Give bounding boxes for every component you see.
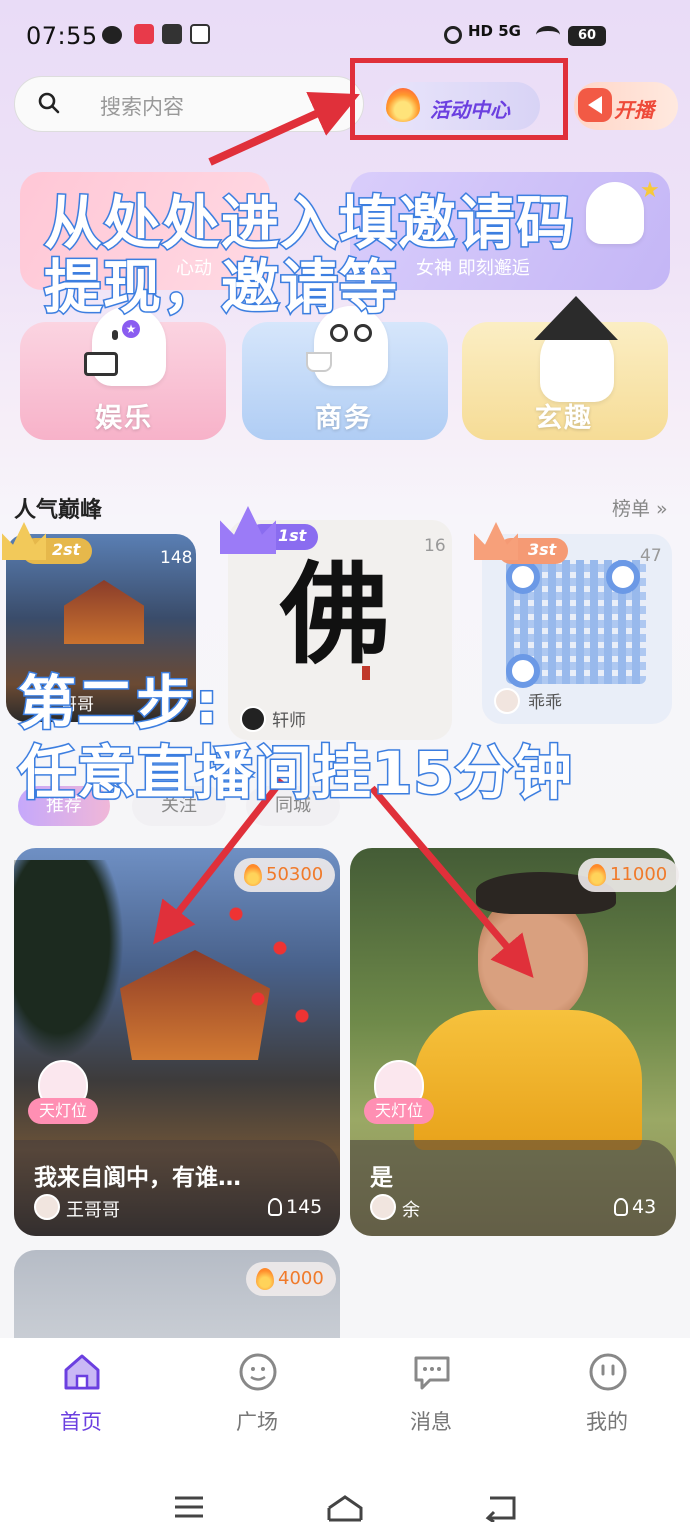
message-bubble-icon [414, 1356, 450, 1390]
menu-gesture-icon[interactable] [172, 1494, 206, 1520]
back-gesture-icon[interactable] [484, 1494, 518, 1522]
profile-face-icon [589, 1353, 627, 1391]
arrow-to-activity-center [208, 92, 360, 166]
nav-profile-label: 我的 [586, 1410, 628, 1434]
nav-home-label: 首页 [60, 1410, 102, 1434]
nav-plaza-label: 广场 [236, 1410, 278, 1434]
home-gesture-icon[interactable] [326, 1494, 364, 1522]
planet-face-icon [239, 1353, 277, 1391]
annotation-line-2: 提现，邀请等 [42, 252, 399, 323]
annotation-line-4: 任意直播间挂15分钟 [17, 738, 574, 809]
arrow-to-room-2 [369, 785, 534, 978]
home-icon [64, 1354, 100, 1390]
nav-messages-label: 消息 [410, 1410, 452, 1434]
